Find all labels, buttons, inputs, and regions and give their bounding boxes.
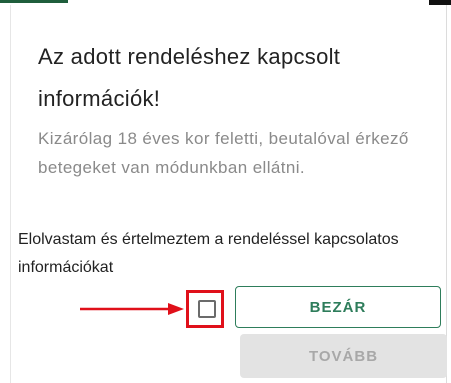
- next-button[interactable]: TOVÁBB: [240, 334, 447, 378]
- dialog-description: Kizárólag 18 éves kor feletti, beutalóva…: [38, 129, 409, 177]
- divider: [10, 5, 11, 383]
- next-button-label: TOVÁBB: [308, 347, 379, 365]
- arrow-right-icon: [80, 303, 184, 315]
- divider: [446, 5, 447, 383]
- consent-label: Elolvastam és értelmeztem a rendeléssel …: [18, 231, 399, 276]
- dialog-title: Az adott rendeléshez kapcsolt információ…: [38, 44, 341, 111]
- info-dialog: Az adott rendeléshez kapcsolt információ…: [0, 0, 451, 383]
- header-edge: [0, 0, 68, 3]
- header-edge-dark: [429, 0, 451, 5]
- close-button-label: BEZÁR: [309, 298, 367, 316]
- consent-checkbox[interactable]: [198, 300, 216, 318]
- close-button[interactable]: BEZÁR: [235, 286, 441, 328]
